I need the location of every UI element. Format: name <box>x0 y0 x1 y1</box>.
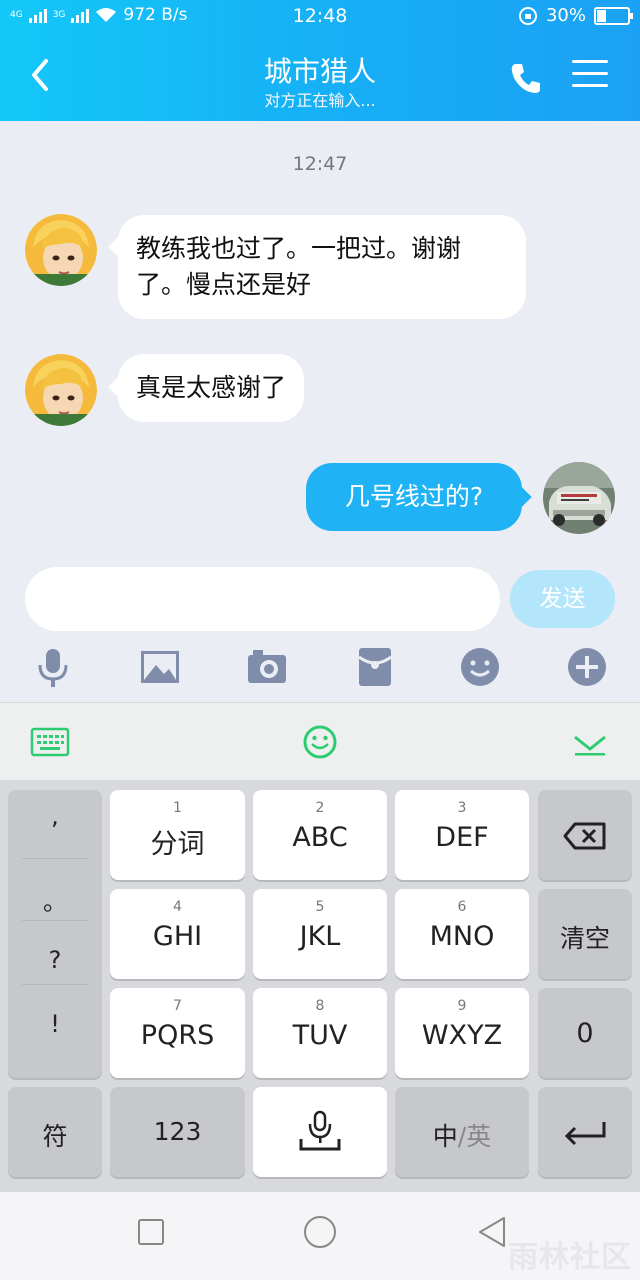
key-number: 8 <box>315 998 325 1014</box>
collapse-keyboard-icon[interactable] <box>572 729 608 757</box>
key-label: ABC <box>292 822 348 853</box>
emoji-keyboard-icon[interactable] <box>302 724 338 760</box>
rotation-lock-icon <box>518 6 537 25</box>
contact-avatar[interactable] <box>25 214 97 286</box>
send-button[interactable]: 发送 <box>510 570 615 628</box>
plus-icon[interactable] <box>565 645 609 689</box>
language-label: 中/英 <box>395 1117 529 1153</box>
voice-input-icon <box>299 1110 341 1151</box>
key-label: 123 <box>153 1117 202 1146</box>
clear-label: 清空 <box>559 924 610 953</box>
backspace-icon <box>563 822 606 850</box>
key-number: 3 <box>457 800 467 816</box>
numeric-key[interactable]: 123 <box>110 1087 245 1177</box>
enter-icon <box>564 1122 606 1146</box>
key-label: MNO <box>429 921 495 952</box>
divider <box>22 858 88 859</box>
key-6[interactable]: 6 MNO <box>395 889 529 979</box>
message-bubble-outgoing[interactable]: 几号线过的? <box>306 463 522 531</box>
key-3[interactable]: 3 DEF <box>395 790 529 880</box>
lang-cn: 中 <box>432 1122 458 1151</box>
phone-icon[interactable] <box>506 58 546 98</box>
key-1[interactable]: 1 分词 <box>110 790 245 880</box>
key-label: TUV <box>292 1020 348 1051</box>
enter-key[interactable] <box>538 1087 632 1177</box>
space-voice-key[interactable] <box>253 1087 387 1177</box>
key-8[interactable]: 8 TUV <box>253 988 387 1078</box>
symbol-question[interactable]: ? <box>8 946 102 974</box>
keyboard-icon[interactable] <box>30 727 70 757</box>
watermark: 雨林社区 <box>508 1240 632 1275</box>
key-4[interactable]: 4 GHI <box>110 889 245 979</box>
language-switch-key[interactable]: 中/英 <box>395 1087 529 1177</box>
image-icon[interactable] <box>138 645 182 689</box>
key-number: 7 <box>173 998 182 1014</box>
key-number: 6 <box>457 899 467 915</box>
key-label: 分词 <box>150 829 205 860</box>
lang-en: 英 <box>466 1122 492 1151</box>
symbol-comma[interactable]: , <box>8 802 102 830</box>
key-number: 1 <box>173 800 182 816</box>
key-number: 9 <box>457 998 467 1014</box>
lang-sep: / <box>457 1122 467 1151</box>
home-icon[interactable] <box>300 1212 340 1252</box>
battery-percent: 30% <box>545 5 586 26</box>
my-avatar[interactable] <box>543 462 615 534</box>
symbol-period[interactable]: 。 <box>8 882 102 917</box>
clear-key[interactable]: 清空 <box>538 889 632 979</box>
status-bar: 4G 3G 972 B/s 12:48 30% <box>0 0 640 34</box>
key-number: 5 <box>315 899 325 915</box>
symbols-key[interactable]: 符 <box>8 1087 102 1177</box>
emoji-icon[interactable] <box>458 645 502 689</box>
key-label: 符 <box>42 1122 68 1151</box>
back-nav-icon[interactable] <box>472 1212 512 1252</box>
key-label: PQRS <box>140 1020 215 1051</box>
red-packet-icon[interactable] <box>353 645 397 689</box>
message-bubble-incoming[interactable]: 真是太感谢了 <box>118 354 305 422</box>
chat-header: 4G 3G 972 B/s 12:48 30% 城市猎人 对方正在输入... <box>0 0 640 121</box>
key-label: 0 <box>576 1018 594 1049</box>
message-timestamp: 12:47 <box>292 153 348 175</box>
navigation-bar: 雨林社区 <box>0 1192 640 1280</box>
key-label: GHI <box>152 921 203 952</box>
camera-icon[interactable] <box>245 645 289 689</box>
message-bubble-incoming[interactable]: 教练我也过了。一把过。谢谢了。慢点还是好 <box>118 215 526 319</box>
backspace-key[interactable] <box>538 790 632 880</box>
keyboard: , 。 ? ! 1 分词 2 ABC 3 DEF 4 GHI 5 JKL 6 M… <box>0 780 640 1192</box>
key-label: JKL <box>299 921 341 952</box>
key-number: 2 <box>315 800 325 816</box>
key-label: DEF <box>435 822 489 853</box>
key-9[interactable]: 9 WXYZ <box>395 988 529 1078</box>
divider <box>22 920 88 921</box>
divider <box>22 984 88 985</box>
keyboard-toolbar <box>0 702 640 780</box>
key-7[interactable]: 7 PQRS <box>110 988 245 1078</box>
symbol-column[interactable]: , 。 ? ! <box>8 790 102 1078</box>
symbol-exclaim[interactable]: ! <box>8 1010 102 1038</box>
menu-icon[interactable] <box>572 60 608 90</box>
key-0[interactable]: 0 <box>538 988 632 1078</box>
key-5[interactable]: 5 JKL <box>253 889 387 979</box>
key-number: 4 <box>173 899 182 915</box>
key-label: WXYZ <box>421 1020 503 1051</box>
contact-avatar[interactable] <box>25 354 97 426</box>
recent-apps-icon[interactable] <box>131 1212 171 1252</box>
battery-icon <box>594 6 633 25</box>
message-input[interactable] <box>25 567 500 631</box>
mic-icon[interactable] <box>31 645 75 689</box>
key-2[interactable]: 2 ABC <box>253 790 387 880</box>
status-right: 30% <box>518 5 633 26</box>
